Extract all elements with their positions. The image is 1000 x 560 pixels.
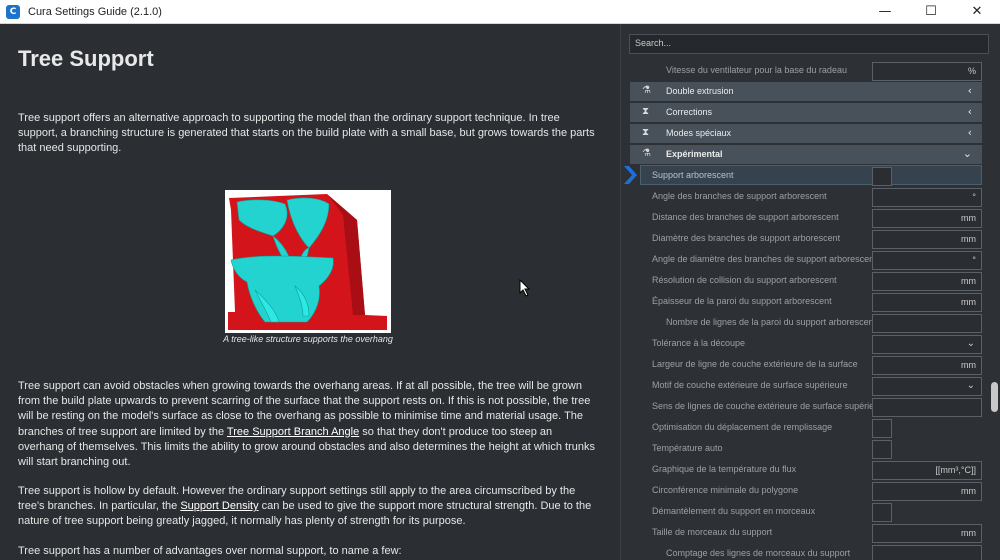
setting-dropdown[interactable]: ⌄ <box>872 377 982 396</box>
beaker-icon: ⚗ <box>642 85 651 96</box>
setting-label: Angle des branches de support arborescen… <box>652 191 827 201</box>
setting-checkbox[interactable] <box>872 167 892 186</box>
setting-label: Tolérance à la découpe <box>652 338 746 348</box>
setting-input[interactable]: mm <box>872 293 982 312</box>
setting-label: Optimisation du déplacement de remplissa… <box>652 422 833 432</box>
setting-input[interactable]: mm <box>872 209 982 228</box>
setting-row[interactable]: Nombre de lignes de la paroi du support … <box>621 313 993 334</box>
setting-row[interactable]: Angle des branches de support arborescen… <box>621 187 993 208</box>
paragraph-hollow: Tree support is hollow by default. Howev… <box>18 484 598 530</box>
setting-checkbox[interactable] <box>872 419 892 438</box>
setting-dropdown[interactable]: ⌄ <box>872 335 982 354</box>
setting-input[interactable] <box>872 398 982 417</box>
category-special-modes[interactable]: ⧗ Modes spéciaux ‹ <box>630 124 982 143</box>
support-density-link[interactable]: Support Density <box>180 500 258 512</box>
setting-checkbox[interactable] <box>872 440 892 459</box>
paragraph-obstacles: Tree support can avoid obstacles when gr… <box>18 379 598 470</box>
setting-input[interactable]: % <box>872 62 982 81</box>
hourglass-icon: ⧗ <box>642 106 650 117</box>
flask-icon: ⚗ <box>642 148 651 159</box>
setting-row[interactable]: Épaisseur de la paroi du support arbores… <box>621 292 993 313</box>
setting-row[interactable]: Température auto <box>621 439 993 460</box>
setting-row[interactable]: Angle de diamètre des branches de suppor… <box>621 250 993 271</box>
intro-paragraph: Tree support offers an alternative appro… <box>18 112 595 155</box>
chevron-down-icon: ⌄ <box>966 380 975 391</box>
setting-checkbox[interactable] <box>872 503 892 522</box>
setting-row[interactable]: Taille de morceaux du support mm <box>621 523 993 544</box>
setting-input[interactable]: ° <box>872 188 982 207</box>
setting-label: Sens de lignes de couche extérieure de s… <box>652 401 872 411</box>
scrollbar-thumb[interactable] <box>991 382 998 412</box>
minimize-button[interactable]: — <box>862 0 908 24</box>
setting-input[interactable]: mm <box>872 356 982 375</box>
setting-row[interactable]: Support arborescent <box>621 166 993 187</box>
app-icon: C <box>6 4 20 19</box>
setting-row[interactable]: Circonférence minimale du polygone mm <box>621 481 993 502</box>
tree-support-branch-angle-link[interactable]: Tree Support Branch Angle <box>227 426 359 438</box>
setting-input[interactable]: mm <box>872 272 982 291</box>
hourglass-icon: ⧗ <box>642 127 650 138</box>
category-corrections[interactable]: ⧗ Corrections ‹ <box>630 103 982 122</box>
setting-row[interactable]: Tolérance à la découpe ⌄ <box>621 334 993 355</box>
setting-label: Taille de morceaux du support <box>652 527 773 537</box>
setting-row[interactable]: Optimisation du déplacement de remplissa… <box>621 418 993 439</box>
mouse-cursor-icon <box>519 278 531 301</box>
chevron-down-icon: ⌄ <box>962 147 972 160</box>
article-heading: Tree Support <box>18 46 154 71</box>
setting-label: Angle de diamètre des branches de suppor… <box>652 254 872 264</box>
setting-label: Démantèlement du support en morceaux <box>652 506 816 516</box>
chevron-left-icon: ‹ <box>967 84 972 97</box>
category-label: Modes spéciaux <box>666 128 732 138</box>
setting-row[interactable]: Largeur de ligne de couche extérieure de… <box>621 355 993 376</box>
article-pane: Tree Support Tree support offers an alte… <box>0 24 620 560</box>
setting-row[interactable]: Graphique de la température du flux [[mm³… <box>621 460 993 481</box>
setting-input[interactable]: mm <box>872 482 982 501</box>
setting-input[interactable]: mm <box>872 524 982 543</box>
setting-label: Épaisseur de la paroi du support arbores… <box>652 296 832 306</box>
category-dual-extrusion[interactable]: ⚗ Double extrusion ‹ <box>630 82 982 101</box>
setting-input[interactable] <box>872 545 982 560</box>
setting-label: Graphique de la température du flux <box>652 464 797 474</box>
settings-panel: Search... Vitesse du ventilateur pour la… <box>620 24 1000 560</box>
chevron-left-icon: ‹ <box>967 105 972 118</box>
setting-row[interactable]: Diamètre des branches de support arbores… <box>621 229 993 250</box>
setting-label: Largeur de ligne de couche extérieure de… <box>652 359 858 369</box>
setting-row[interactable]: Résolution de collision du support arbor… <box>621 271 993 292</box>
setting-row[interactable]: Comptage des lignes de morceaux du suppo… <box>621 544 993 560</box>
title-bar: C Cura Settings Guide (2.1.0) — ☐ ✕ <box>0 0 1000 24</box>
category-label: Corrections <box>666 107 713 117</box>
search-input[interactable]: Search... <box>629 34 989 54</box>
close-button[interactable]: ✕ <box>954 0 1000 24</box>
setting-label: Distance des branches de support arbores… <box>652 212 839 222</box>
paragraph-advantages: Tree support has a number of advantages … <box>18 545 402 557</box>
setting-row[interactable]: Démantèlement du support en morceaux <box>621 502 993 523</box>
setting-row[interactable]: Motif de couche extérieure de surface su… <box>621 376 993 397</box>
category-label: Expérimental <box>666 149 723 159</box>
setting-label: Circonférence minimale du polygone <box>652 485 799 495</box>
setting-row[interactable]: Sens de lignes de couche extérieure de s… <box>621 397 993 418</box>
setting-label: Nombre de lignes de la paroi du support … <box>666 317 872 327</box>
window-title: Cura Settings Guide (2.1.0) <box>28 5 162 18</box>
setting-input[interactable] <box>872 314 982 333</box>
category-label: Double extrusion <box>666 86 734 96</box>
category-experimental[interactable]: ⚗ Expérimental ⌄ <box>630 145 982 164</box>
setting-row[interactable]: Distance des branches de support arbores… <box>621 208 993 229</box>
setting-label: Vitesse du ventilateur pour la base du r… <box>666 65 847 75</box>
setting-input[interactable]: ° <box>872 251 982 270</box>
setting-row-raft-fan[interactable]: Vitesse du ventilateur pour la base du r… <box>621 61 993 82</box>
maximize-button[interactable]: ☐ <box>908 0 954 24</box>
setting-label: Résolution de collision du support arbor… <box>652 275 837 285</box>
chevron-left-icon: ‹ <box>967 126 972 139</box>
chevron-down-icon: ⌄ <box>966 338 975 349</box>
setting-label: Support arborescent <box>652 170 734 180</box>
setting-label: Comptage des lignes de morceaux du suppo… <box>666 548 851 558</box>
setting-label: Diamètre des branches de support arbores… <box>652 233 841 243</box>
setting-input[interactable]: mm <box>872 230 982 249</box>
figure-caption: A tree-like structure supports the overh… <box>223 334 393 344</box>
setting-label: Température auto <box>652 443 723 453</box>
setting-label: Motif de couche extérieure de surface su… <box>652 380 848 390</box>
tree-support-image <box>225 190 391 333</box>
setting-input[interactable]: [[mm³,°C]] <box>872 461 982 480</box>
